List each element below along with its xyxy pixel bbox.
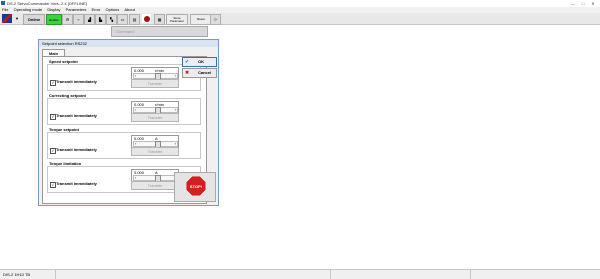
checkbox-label: Transmit immediately xyxy=(56,113,97,118)
group-box: 0.000 r/min ‹ › ✓ Transmit immediately T… xyxy=(47,98,201,125)
group-box: 0.000 r/min ‹ › ✓ Transmit immediately T… xyxy=(47,64,201,91)
checkbox-label: Transmit immediately xyxy=(56,147,97,152)
checkbox-label: Transmit immediately xyxy=(56,181,97,186)
motor-icon[interactable]: ⚙ xyxy=(62,14,73,25)
oscilloscope-icon[interactable]: ⌁ xyxy=(73,14,84,25)
stop-label: STOP! xyxy=(189,184,203,189)
setpoint-dialog: Setpoint selection RS232 Main Speed setp… xyxy=(38,39,219,206)
store-parameter-button[interactable]: Store Parameter xyxy=(166,14,188,25)
background-window-title: Command xyxy=(116,29,135,34)
ok-button[interactable]: ✔ OK xyxy=(182,57,217,67)
torque-setpoint-group: Torque setpoint 0.000 A ‹ › ✓ Transmit i… xyxy=(47,127,201,159)
device-status: DIS-2 1H10 TB xyxy=(3,272,31,277)
online-button[interactable]: Online xyxy=(23,14,45,25)
chart-icon[interactable]: ▟ xyxy=(84,14,95,25)
slider-right-icon[interactable]: › xyxy=(175,141,176,146)
dialog-title: Setpoint selection RS232 xyxy=(39,40,218,47)
slider-right-icon[interactable]: › xyxy=(175,107,176,112)
checkmark-icon: ✔ xyxy=(185,59,190,65)
correcting-setpoint-group: Correcting setpoint 0.000 r/min ‹ › ✓ Tr… xyxy=(47,93,201,125)
transfer-button[interactable]: Transfer xyxy=(131,147,179,156)
transfer-button[interactable]: Transfer xyxy=(131,113,179,122)
title-bar: DS-2 ServoCommander Vers. 2.4 [OFFLINE] … xyxy=(0,0,600,7)
slider-right-icon[interactable]: › xyxy=(175,73,176,78)
cancel-button[interactable]: ✖ Cancel xyxy=(182,68,217,78)
app-icon xyxy=(1,1,5,5)
close-button[interactable]: ✕ xyxy=(588,0,598,7)
slider-left-icon[interactable]: ‹ xyxy=(135,141,136,146)
group-box: 0.000 A ‹ › ✓ Transmit immediately Trans… xyxy=(47,132,201,159)
io-table-icon[interactable]: ▦ xyxy=(154,14,165,25)
toolbar: ▼ Online Enable ⚙ ⌁ ▟ ▙ ▚ ▭ ▤ ▦ Store Pa… xyxy=(0,13,600,25)
record-icon[interactable] xyxy=(142,14,151,23)
language-flag-icon[interactable] xyxy=(2,14,12,23)
background-window[interactable]: Command xyxy=(111,26,208,37)
minimize-button[interactable]: — xyxy=(568,0,578,7)
refresh-icon[interactable]: ⟳ xyxy=(210,14,221,25)
stop-button[interactable]: STOP! xyxy=(174,172,216,202)
chart2-icon[interactable]: ▙ xyxy=(95,14,106,25)
checkbox-label: Transmit immediately xyxy=(56,79,97,84)
chart3-icon[interactable]: ▚ xyxy=(106,14,117,25)
ok-label: OK xyxy=(198,59,204,64)
enable-button[interactable]: Enable xyxy=(46,14,62,25)
cross-icon: ✖ xyxy=(185,70,190,76)
window-title: DS-2 ServoCommander Vers. 2.4 [OFFLINE] xyxy=(7,1,87,6)
slider-left-icon[interactable]: ‹ xyxy=(135,107,136,112)
cancel-label: Cancel xyxy=(198,70,212,75)
transfer-button[interactable]: Transfer xyxy=(131,181,179,190)
speed-setpoint-group: Speed setpoint 0.000 r/min ‹ › ✓ Transmi… xyxy=(47,59,201,91)
io-icon[interactable]: ▤ xyxy=(129,14,140,25)
slider-left-icon[interactable]: ‹ xyxy=(135,175,136,180)
slider-left-icon[interactable]: ‹ xyxy=(135,73,136,78)
reset-button[interactable]: Reset xyxy=(190,14,212,25)
transfer-button[interactable]: Transfer xyxy=(131,79,179,88)
folder-icon[interactable]: ▭ xyxy=(117,14,128,25)
window-controls: — □ ✕ xyxy=(568,0,598,7)
dropdown-arrow-icon[interactable]: ▼ xyxy=(13,14,21,23)
maximize-button[interactable]: □ xyxy=(578,0,588,7)
